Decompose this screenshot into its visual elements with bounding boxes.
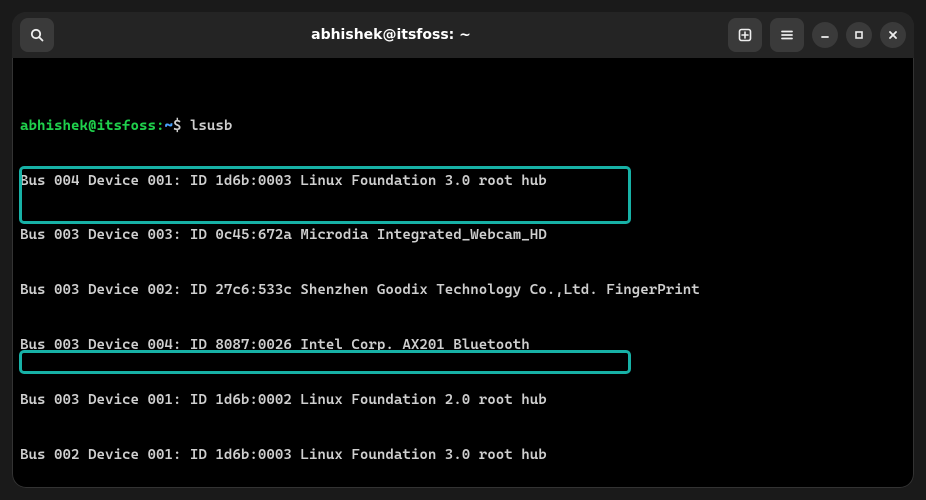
- close-button[interactable]: [880, 22, 906, 48]
- maximize-icon: [853, 29, 865, 41]
- hamburger-menu-button[interactable]: [770, 18, 804, 52]
- prompt-symbol: $: [173, 118, 182, 134]
- new-tab-button[interactable]: [728, 18, 762, 52]
- output-line: Bus 003 Device 003: ID 0c45:672a Microdi…: [20, 226, 906, 244]
- hamburger-icon: [779, 27, 795, 43]
- output-line: Bus 003 Device 004: ID 8087:0026 Intel C…: [20, 336, 906, 354]
- titlebar-left: [20, 18, 54, 52]
- close-icon: [887, 29, 899, 41]
- output-line: Bus 004 Device 001: ID 1d6b:0003 Linux F…: [20, 172, 906, 190]
- search-icon: [29, 27, 45, 43]
- prompt-line: abhishek@itsfoss:~$ lsusb: [20, 117, 906, 135]
- minimize-icon: [819, 29, 831, 41]
- titlebar: abhishek@itsfoss: ~: [12, 12, 914, 58]
- new-tab-icon: [737, 27, 753, 43]
- maximize-button[interactable]: [846, 22, 872, 48]
- output-line: Bus 003 Device 002: ID 27c6:533c Shenzhe…: [20, 281, 906, 299]
- prompt-cwd: ~: [164, 118, 173, 134]
- output-line: Bus 002 Device 001: ID 1d6b:0003 Linux F…: [20, 446, 906, 464]
- window-title: abhishek@itsfoss: ~: [62, 27, 720, 43]
- minimize-button[interactable]: [812, 22, 838, 48]
- search-button[interactable]: [20, 18, 54, 52]
- terminal-window: abhishek@itsfoss: ~: [12, 12, 914, 488]
- output-line: Bus 003 Device 001: ID 1d6b:0002 Linux F…: [20, 391, 906, 409]
- terminal-body[interactable]: abhishek@itsfoss:~$ lsusb Bus 004 Device…: [12, 58, 914, 488]
- prompt-user-host: abhishek@itsfoss: [20, 118, 156, 134]
- titlebar-right: [728, 18, 906, 52]
- command-text: lsusb: [190, 118, 232, 134]
